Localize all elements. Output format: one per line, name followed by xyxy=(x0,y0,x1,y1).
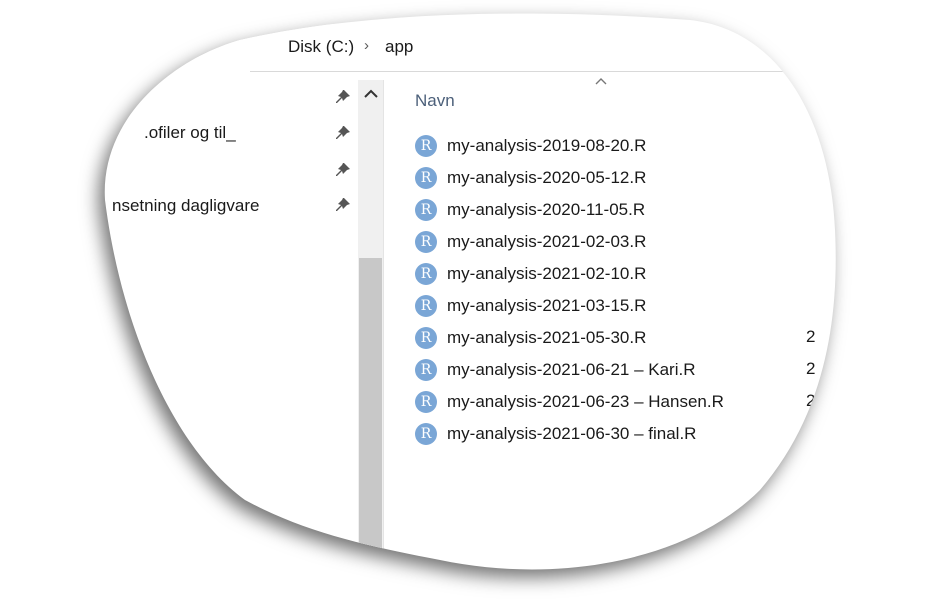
breadcrumb-drive[interactable]: Disk (C:) xyxy=(288,37,354,57)
file-row[interactable]: Rmy-analysis-2020-05-12.R xyxy=(415,164,646,192)
r-file-icon: R xyxy=(415,295,437,317)
nav-item-quick-access-1[interactable]: .ofiler og til_ xyxy=(144,123,236,143)
r-file-icon: R xyxy=(415,263,437,285)
address-bar-divider xyxy=(250,71,810,72)
file-name: my-analysis-2020-11-05.R xyxy=(447,200,646,219)
file-name: my-analysis-2021-05-30.R xyxy=(447,328,647,347)
file-row[interactable]: Rmy-analysis-2021-02-03.R xyxy=(415,228,646,256)
file-name: my-analysis-2020-05-12.R xyxy=(447,168,647,187)
file-row[interactable]: Rmy-analysis-2021-05-30.R xyxy=(415,324,646,352)
navigation-pane: .ofiler og til_ nsetning dagligvare xyxy=(0,80,358,550)
file-name: my-analysis-2021-06-23 – Hansen.R xyxy=(447,392,724,411)
pane-divider[interactable] xyxy=(383,80,384,550)
address-bar[interactable]: Disk (C:) › app xyxy=(0,24,928,72)
sort-ascending-icon xyxy=(594,76,608,86)
file-row[interactable]: Rmy-analysis-2021-02-10.R xyxy=(415,260,646,288)
file-date-modified-partial: 2 xyxy=(806,391,816,410)
r-file-icon: R xyxy=(415,231,437,253)
file-row[interactable]: Rmy-analysis-2021-06-30 – final.R xyxy=(415,420,696,448)
file-date-modified-partial: 2 xyxy=(806,359,816,378)
file-row[interactable]: Rmy-analysis-2020-11-05.R xyxy=(415,196,645,224)
blob-shadow: Disk (C:) › app .ofiler og til_ nsetning… xyxy=(0,0,928,605)
nav-item-quick-access-3[interactable]: nsetning dagligvare xyxy=(112,196,259,216)
pin-icon[interactable] xyxy=(334,161,352,179)
breadcrumb-folder[interactable]: app xyxy=(385,37,413,57)
pin-icon[interactable] xyxy=(334,124,352,142)
r-file-icon: R xyxy=(415,391,437,413)
r-file-icon: R xyxy=(415,167,437,189)
file-name: my-analysis-2021-03-15.R xyxy=(447,296,647,315)
r-file-icon: R xyxy=(415,359,437,381)
r-file-icon: R xyxy=(415,423,437,445)
file-name: my-analysis-2021-06-21 – Kari.R xyxy=(447,360,696,379)
screenshot-stage: Disk (C:) › app .ofiler og til_ nsetning… xyxy=(0,0,928,605)
file-name: my-analysis-2019-08-20.R xyxy=(447,136,647,155)
file-row[interactable]: Rmy-analysis-2019-08-20.R xyxy=(415,132,646,160)
r-file-icon: R xyxy=(415,199,437,221)
file-name: my-analysis-2021-02-10.R xyxy=(447,264,647,283)
nav-scrollbar-thumb[interactable] xyxy=(359,258,382,558)
file-row[interactable]: Rmy-analysis-2021-06-23 – Hansen.R xyxy=(415,388,724,416)
scroll-up-chevron-icon[interactable] xyxy=(361,84,381,104)
file-date-modified-partial: 2 xyxy=(806,327,816,346)
explorer-window-cutout: Disk (C:) › app .ofiler og til_ nsetning… xyxy=(0,0,928,605)
pin-icon[interactable] xyxy=(334,196,352,214)
breadcrumb-chevron-icon: › xyxy=(364,37,369,54)
file-name: my-analysis-2021-02-03.R xyxy=(447,232,647,251)
r-file-icon: R xyxy=(415,327,437,349)
r-file-icon: R xyxy=(415,135,437,157)
file-date-modified-partial: 2 xyxy=(806,423,816,442)
file-name: my-analysis-2021-06-30 – final.R xyxy=(447,424,697,443)
file-row[interactable]: Rmy-analysis-2021-03-15.R xyxy=(415,292,646,320)
column-header-name[interactable]: Navn xyxy=(415,91,455,111)
file-row[interactable]: Rmy-analysis-2021-06-21 – Kari.R xyxy=(415,356,696,384)
pin-icon[interactable] xyxy=(334,88,352,106)
